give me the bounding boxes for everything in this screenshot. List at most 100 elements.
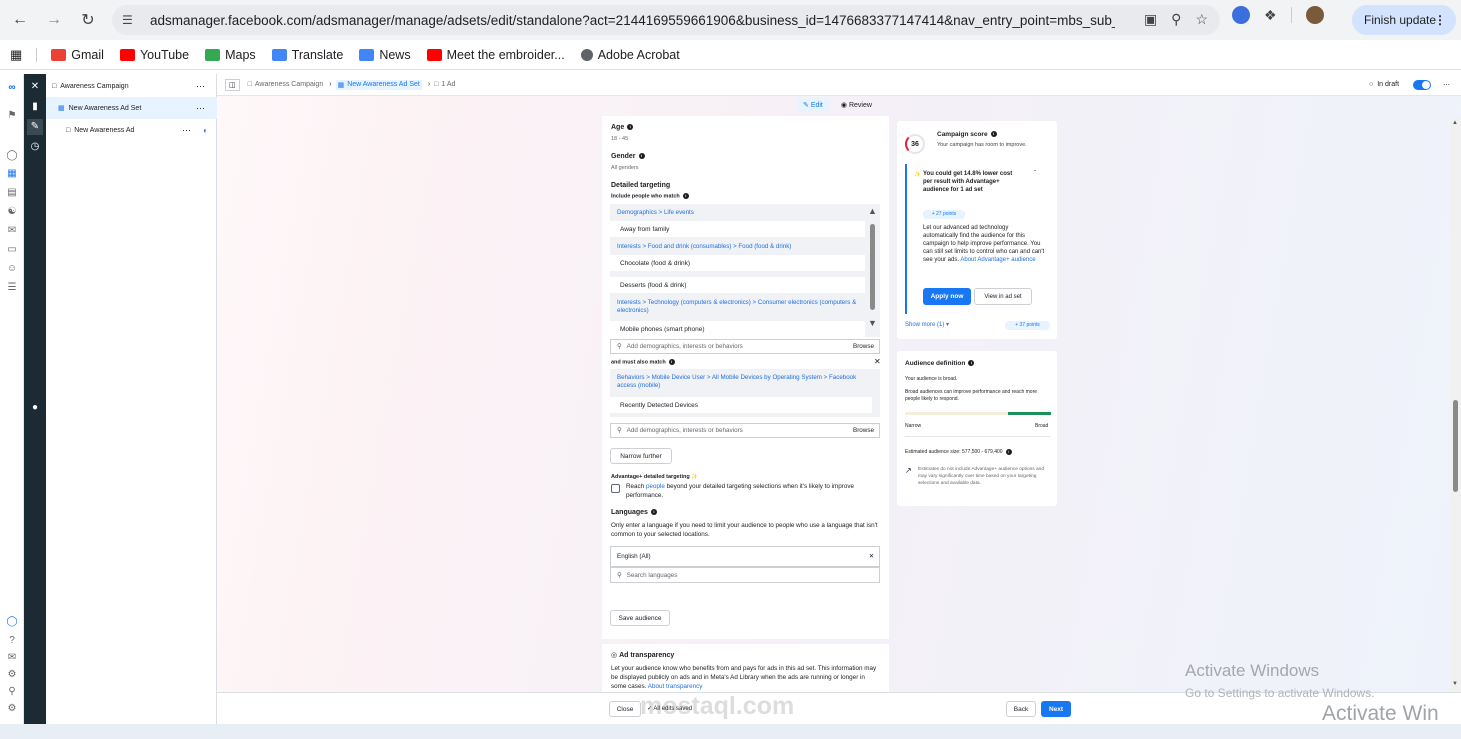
scroll-up-icon[interactable]: ▲ xyxy=(868,206,877,216)
advantage-checkbox[interactable] xyxy=(611,484,620,493)
tab-edit[interactable]: ✎ Edit xyxy=(797,98,829,112)
transparency-label[interactable]: ◎ Ad transparency xyxy=(611,651,674,659)
address-bar[interactable]: ☰ adsmanager.facebook.com/adsmanager/man… xyxy=(112,5,1220,35)
next-button[interactable]: Next xyxy=(1041,701,1071,717)
menu-icon[interactable]: ☰ xyxy=(4,282,20,296)
bookmark-gmail[interactable]: Gmail xyxy=(51,48,104,62)
targeting-item[interactable]: Chocolate (food & drink) xyxy=(610,255,865,271)
targeting-scrollbar[interactable]: ▲ ▼ xyxy=(865,206,880,336)
tree-item-campaign[interactable]: □ Awareness Campaign ⋯ xyxy=(46,75,217,97)
info-icon[interactable]: i xyxy=(650,509,657,516)
view-in-adset-button[interactable]: View in ad set xyxy=(974,288,1032,305)
targeting-item[interactable]: Away from family xyxy=(610,221,865,237)
panel-toggle-icon[interactable]: ◫ xyxy=(225,78,240,91)
bookmark-label: Maps xyxy=(225,47,256,62)
campaigns-table-icon[interactable]: ▦ xyxy=(4,168,20,182)
more-icon[interactable]: ⋯ xyxy=(196,103,205,114)
info-icon[interactable]: i xyxy=(968,360,975,367)
history-icon[interactable]: ◷ xyxy=(27,139,43,155)
targeting-search-input[interactable]: ⚲ Add demographics, interests or behavio… xyxy=(610,339,880,354)
audiences-icon[interactable]: ☯ xyxy=(4,206,20,220)
back-button[interactable]: Back xyxy=(1006,701,1036,717)
info-icon[interactable]: i xyxy=(990,131,997,138)
targeting-item[interactable]: Desserts (food & drink) xyxy=(610,277,865,293)
remove-language-icon[interactable]: ✕ xyxy=(869,553,874,560)
info-icon[interactable]: i xyxy=(627,124,634,131)
breadcrumb-ad[interactable]: □ 1 Ad xyxy=(434,81,455,88)
megaphone-icon[interactable]: ✉ xyxy=(4,225,20,239)
tree-item-adset[interactable]: ▦ New Awareness Ad Set ⋯ xyxy=(46,97,217,119)
back-arrow-icon[interactable]: ← xyxy=(6,6,34,34)
close-icon[interactable]: ✕ xyxy=(27,79,43,95)
profile-avatar[interactable] xyxy=(1305,6,1324,24)
search-icon[interactable]: ⚲ xyxy=(4,686,20,700)
language-selected[interactable]: English (All) ✕ xyxy=(610,546,880,567)
bookmark-embroider[interactable]: Meet the embroider... xyxy=(426,48,565,62)
language-search-input[interactable]: ⚲ Search languages xyxy=(610,567,880,583)
remove-close-icon[interactable]: ✕ xyxy=(874,357,881,366)
meta-logo-icon[interactable]: ∞ xyxy=(4,82,20,96)
targeting-item[interactable]: Mobile phones (smart phone) xyxy=(610,321,865,337)
overview-icon[interactable]: ◯ xyxy=(4,150,20,164)
close-button[interactable]: Close xyxy=(609,701,641,717)
forward-arrow-icon[interactable]: → xyxy=(40,6,68,34)
bookmark-translate[interactable]: Translate xyxy=(271,48,343,62)
info-icon[interactable]: i xyxy=(1005,448,1012,455)
help-icon[interactable]: ? xyxy=(4,635,20,649)
apply-now-button[interactable]: Apply now xyxy=(923,288,971,305)
scroll-down-icon[interactable]: ▼ xyxy=(868,318,877,328)
narrow-further-button[interactable]: Narrow further xyxy=(610,448,672,464)
apps-grid-icon[interactable]: ▦ xyxy=(10,47,22,63)
page-scrollbar[interactable]: ▲ ▼ xyxy=(1450,118,1461,692)
bug-icon[interactable]: ⚙ xyxy=(4,703,20,717)
finish-update-button[interactable]: Finish update ⋮ xyxy=(1352,5,1456,35)
save-audience-button[interactable]: Save audience xyxy=(610,610,670,626)
meta-ai-icon[interactable]: ◯ xyxy=(4,616,20,630)
info-icon[interactable]: i xyxy=(668,359,675,365)
tree-item-ad[interactable]: □ New Awareness Ad ⋯ ◐ xyxy=(46,119,217,141)
browse-link[interactable]: Browse xyxy=(853,343,874,350)
settings-gear-icon[interactable]: ⚙ xyxy=(4,669,20,683)
gauge-narrow-label: Narrow xyxy=(905,423,922,429)
bookmark-youtube[interactable]: YouTube xyxy=(119,48,189,62)
translate-page-icon[interactable]: ▣ xyxy=(1144,11,1157,28)
reports-icon[interactable]: ▤ xyxy=(4,187,20,201)
more-icon[interactable]: ⋯ xyxy=(1443,81,1450,89)
reload-icon[interactable]: ↻ xyxy=(74,6,102,34)
about-advantage-link[interactable]: About Advantage+ audience xyxy=(960,257,1035,263)
pencil-icon[interactable]: ✎ xyxy=(27,119,43,135)
more-icon[interactable]: ⋯ xyxy=(196,81,205,92)
notifications-icon[interactable]: ⚑ xyxy=(4,110,20,124)
bookmark-maps[interactable]: Maps xyxy=(205,48,256,62)
show-more-link[interactable]: Show more (1) ▾ xyxy=(905,321,949,329)
chart-icon[interactable]: ▮ xyxy=(27,99,43,115)
scroll-thumb[interactable] xyxy=(870,224,875,310)
more-icon[interactable]: ⋯ xyxy=(182,125,191,136)
extensions-puzzle-icon[interactable]: ❖ xyxy=(1264,7,1277,24)
people-icon[interactable]: ☺ xyxy=(4,263,20,277)
page-scroll-thumb[interactable] xyxy=(1453,400,1458,492)
people-link[interactable]: people xyxy=(646,483,665,490)
scroll-down-icon[interactable]: ▼ xyxy=(1452,681,1458,687)
scroll-up-icon[interactable]: ▲ xyxy=(1452,120,1458,126)
browse-link[interactable]: Browse xyxy=(853,427,874,434)
must-match-search-input[interactable]: ⚲ Add demographics, interests or behavio… xyxy=(610,423,880,438)
bookmark-news[interactable]: News xyxy=(359,48,411,62)
feedback-icon[interactable]: ✉ xyxy=(4,652,20,666)
breadcrumb-campaign[interactable]: □ Awareness Campaign xyxy=(248,81,324,88)
info-icon[interactable]: ● xyxy=(27,400,43,416)
info-icon[interactable]: i xyxy=(638,153,645,160)
adset-toggle[interactable] xyxy=(1413,79,1431,90)
tab-review[interactable]: ◉ Review xyxy=(837,98,876,112)
targeting-item[interactable]: Recently Detected Devices xyxy=(610,397,872,413)
site-info-icon[interactable]: ☰ xyxy=(122,13,140,27)
bookmark-star-icon[interactable]: ☆ xyxy=(1195,11,1208,28)
zoom-icon[interactable]: ⚲ xyxy=(1171,11,1181,28)
billing-icon[interactable]: ▭ xyxy=(4,244,20,258)
breadcrumb-adset[interactable]: ▦ New Awareness Ad Set xyxy=(335,79,422,90)
extension-blue-icon[interactable] xyxy=(1232,6,1250,24)
chevron-up-icon[interactable]: ˆ xyxy=(1034,170,1036,178)
about-transparency-link[interactable]: About transparency xyxy=(648,683,703,690)
info-icon[interactable]: i xyxy=(682,193,689,199)
bookmark-acrobat[interactable]: Adobe Acrobat xyxy=(580,48,680,62)
